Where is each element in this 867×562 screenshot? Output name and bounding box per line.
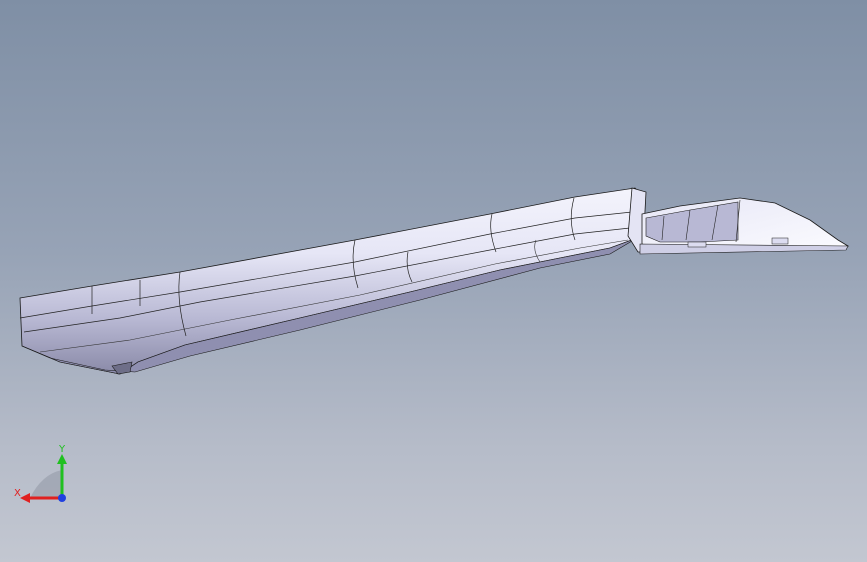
x-axis-arrow bbox=[20, 493, 30, 503]
x-axis-label: X bbox=[14, 488, 21, 499]
y-axis-arrow bbox=[57, 454, 67, 464]
scoop-flange bbox=[639, 243, 849, 255]
triad-plane bbox=[30, 470, 62, 498]
coordinate-triad: Y X bbox=[14, 444, 67, 503]
handle-body bbox=[19, 187, 643, 375]
scoop-tab bbox=[771, 237, 789, 245]
graphics-viewport[interactable]: Y X bbox=[0, 0, 867, 562]
y-axis-label: Y bbox=[58, 444, 66, 455]
scoop-tab bbox=[687, 241, 707, 248]
3d-part-model[interactable] bbox=[0, 0, 867, 562]
z-axis-dot bbox=[58, 494, 66, 502]
